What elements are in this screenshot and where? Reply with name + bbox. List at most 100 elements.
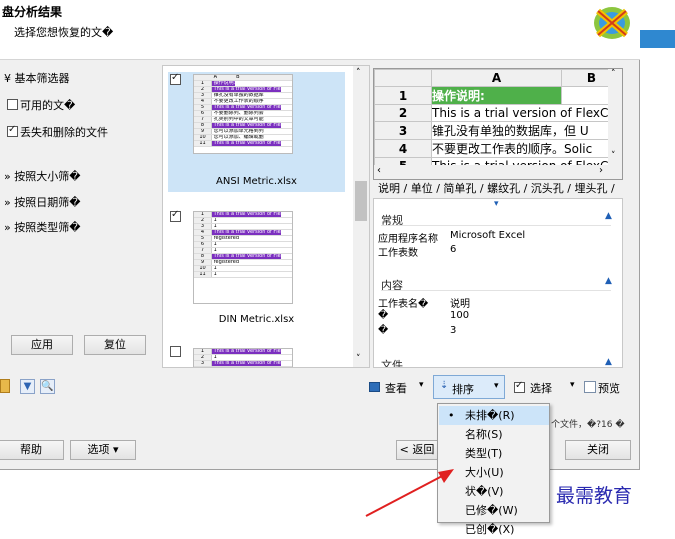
thumbnail-row-number: 2 xyxy=(194,87,212,92)
collapse-icon: ¥ xyxy=(4,72,11,85)
basic-filter-header[interactable]: ¥ 基本筛选器 xyxy=(4,70,70,86)
thumbnail-row-number: 7 xyxy=(194,117,212,122)
thumbnail-row-number: 6 xyxy=(194,242,212,247)
thumbnail-row-text: 1 xyxy=(212,218,217,223)
thumbnail-row-text: 1 xyxy=(212,224,217,229)
thumbnail-image-2[interactable]: 1 This is a trial version of Fle 2 13 14 … xyxy=(193,211,293,304)
sort-button[interactable]: ⇣ 排序 ▾ xyxy=(433,375,505,399)
thumbnail-row-number: 10 xyxy=(194,135,212,140)
thumbnail-row-text: This is a trial version of Fle xyxy=(212,212,281,217)
thumbnail-image-1[interactable]: A B 1 操作说明: 2 This is a trial version of … xyxy=(193,74,293,154)
thumbnail-rows-1: 1 操作说明: 2 This is a trial version of Fle 3… xyxy=(194,81,292,147)
thumbnail-label-2[interactable]: DIN Metric.xlsx xyxy=(168,314,345,325)
type-filter[interactable]: » 按照类型筛� xyxy=(4,219,81,235)
folder-icon[interactable] xyxy=(0,379,10,393)
dialog-header: 盘分析结果 选择您想恢复的文� xyxy=(0,0,640,60)
available-files-option[interactable]: 可用的文� xyxy=(7,97,75,113)
sort-menu-item[interactable]: • 未排�(R) xyxy=(439,406,549,425)
thumbnail-row-text: 不要更改工作表的顺序 xyxy=(212,99,264,104)
thumbnail-checkbox-1[interactable] xyxy=(170,72,181,85)
thumbnail-sheet-row: 11 1 xyxy=(194,272,292,278)
options-button[interactable]: 选项 ▾ xyxy=(70,440,136,460)
search-icon[interactable]: 🔍 xyxy=(40,379,55,394)
thumbnail-list: A B 1 操作说明:2 This is a trial version of … xyxy=(162,65,370,368)
apply-button[interactable]: 应用 xyxy=(11,335,73,355)
type-filter-label: 按照类型筛� xyxy=(14,221,81,234)
thumbnail-row-text: This is a trial version of Fle xyxy=(212,87,281,92)
sort-menu-item-label: 已创�(X) xyxy=(465,523,515,536)
help-button[interactable]: 帮助 xyxy=(0,440,64,460)
sheet-name-label: 工作表名� xyxy=(378,299,429,310)
app-logo-icon xyxy=(594,7,630,39)
thumbnail-row-number: 5 xyxy=(194,236,212,241)
thumbnail-row-text: 1 xyxy=(212,266,217,271)
thumbnail-row-text: 操作说明: xyxy=(212,81,236,86)
column-a-header: A xyxy=(431,69,562,87)
thumbnail-label-1[interactable]: ANSI Metric.xlsx xyxy=(168,176,345,187)
preview-icon xyxy=(584,381,596,393)
scroll-left-icon[interactable]: ‹ xyxy=(377,165,381,176)
thumbnail-row-text: This is a trial version of Fle xyxy=(212,141,281,146)
preview-row: 4 不要更改工作表的顺序。Solic xyxy=(374,139,622,158)
file-section-title[interactable]: 文件 xyxy=(381,357,403,367)
scroll-right-icon[interactable]: › xyxy=(599,165,603,176)
thumbnail-row-text: 1 xyxy=(212,242,217,247)
preview-vscrollbar[interactable]: ˄ ˅ xyxy=(608,69,622,165)
available-files-checkbox[interactable] xyxy=(7,99,18,110)
thumbnail-row-number: 10 xyxy=(194,266,212,271)
background-window-strip xyxy=(640,30,675,48)
date-filter[interactable]: » 按照日期筛� xyxy=(4,194,81,210)
properties-panel: ▾ 常规 ▲ 应用程序名称 Microsoft Excel 工作表数 6 内容 … xyxy=(373,198,623,368)
basic-filter-label: 基本筛选器 xyxy=(14,72,70,85)
recovery-dialog: 盘分析结果 选择您想恢复的文� ¥ 基本筛选器 可用的文� 丢失和删除的文件 »… xyxy=(0,0,640,470)
thumbnail-image-3[interactable]: 1 This is a trial version of Fle 2 13 Thi… xyxy=(193,348,293,367)
thumbnail-row-text: This is a trial version of Fle xyxy=(212,361,281,366)
thumbnail-scrollbar[interactable]: ˄ ˅ xyxy=(353,66,369,367)
row-number: 2 xyxy=(374,104,432,122)
thumbnail-row-text: This is a trial version of Fle xyxy=(212,123,281,128)
thumbnail-row-number: 2 xyxy=(194,355,212,360)
preview-row: 3 锥孔没有单独的数据库，但 U xyxy=(374,121,622,140)
scroll-up-icon[interactable]: ˄ xyxy=(611,69,616,79)
reset-button[interactable]: 复位 xyxy=(84,335,146,355)
sheet-tabs[interactable]: 说明 / 单位 / 简单孔 / 螺纹孔 / 沉头孔 / 埋头孔 / xyxy=(378,180,623,198)
sheet-name-value: 说明 xyxy=(450,299,470,310)
scroll-down-icon[interactable]: ˅ xyxy=(611,151,616,161)
preview-row: 2 This is a trial version of FlexCel, p xyxy=(374,104,622,122)
scrollbar-thumb[interactable] xyxy=(355,181,367,221)
lost-deleted-files-checkbox[interactable] xyxy=(7,124,18,137)
scroll-down-icon[interactable]: ˅ xyxy=(356,354,361,364)
columns-label: � xyxy=(378,325,389,336)
dialog-title: 盘分析结果 xyxy=(2,5,63,19)
preview-hscrollbar[interactable]: ‹ › xyxy=(374,165,622,179)
row-number: 4 xyxy=(374,139,432,158)
filter-icon[interactable]: ▼ xyxy=(20,379,35,394)
chevron-down-icon[interactable]: ▾ xyxy=(419,380,424,390)
thumbnail-row-text: 1 xyxy=(212,272,217,277)
thumbnail-row-number: 8 xyxy=(194,123,212,128)
thumbnail-row-number: 5 xyxy=(194,105,212,110)
section-divider xyxy=(381,225,611,226)
lost-deleted-files-option[interactable]: 丢失和删除的文件 xyxy=(7,124,108,140)
sort-menu-item-label: 名称(S) xyxy=(465,428,503,441)
size-filter-label: 按照大小筛� xyxy=(14,170,81,183)
expand-icon: » xyxy=(4,196,11,209)
chevron-down-icon[interactable]: ▾ xyxy=(494,381,499,391)
thumbnail-row-number: 3 xyxy=(194,224,212,229)
chevron-down-icon[interactable]: ▾ xyxy=(570,380,575,390)
scroll-up-icon[interactable]: ˄ xyxy=(356,68,361,78)
thumbnail-checkbox-3[interactable] xyxy=(170,346,181,357)
thumbnail-sheet-row: 3 This is a trial version of Fle xyxy=(194,361,292,367)
size-filter[interactable]: » 按照大小筛� xyxy=(4,168,81,184)
spreadsheet-preview[interactable]: A B 1 操作说明: 2 This is a trial version of F… xyxy=(373,68,623,180)
collapse-arrow-icon[interactable]: ▾ xyxy=(494,199,499,209)
collapse-section-icon[interactable]: ▲ xyxy=(605,357,612,367)
preview-header-row: A B xyxy=(374,69,622,87)
thumbnail-row-number: 6 xyxy=(194,111,212,116)
thumbnail-row-number: 9 xyxy=(194,129,212,134)
close-button[interactable]: 关闭 xyxy=(565,440,631,460)
sort-menu-item[interactable]: 名称(S) xyxy=(439,425,549,444)
thumbnail-checkbox-2[interactable] xyxy=(170,209,181,222)
collapse-section-icon[interactable]: ▲ xyxy=(605,276,612,286)
collapse-section-icon[interactable]: ▲ xyxy=(605,211,612,221)
